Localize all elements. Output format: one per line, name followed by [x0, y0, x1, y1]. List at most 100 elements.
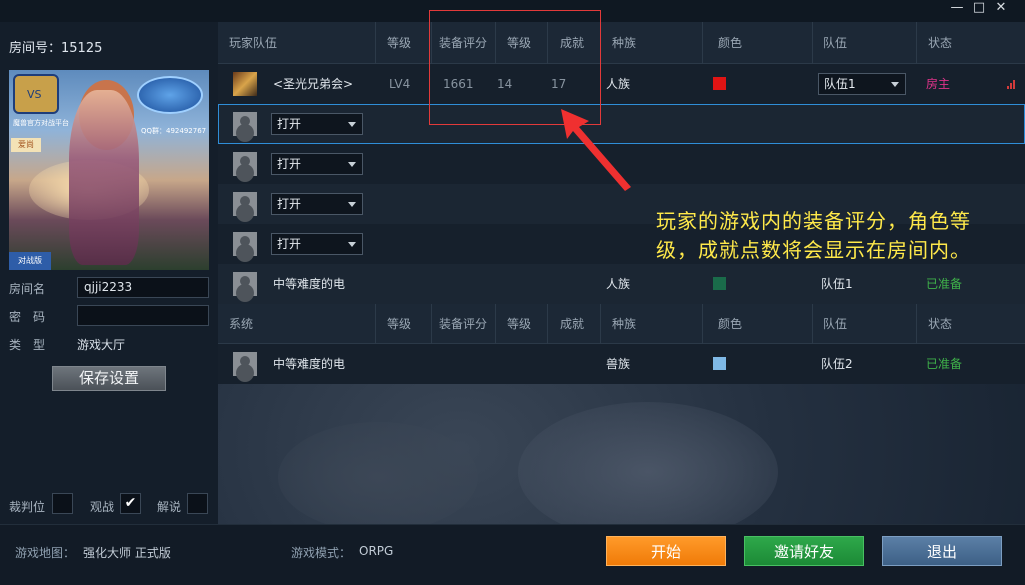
room-name-label: 房间名	[9, 282, 46, 296]
system-col-color-header: 颜色	[718, 317, 743, 331]
col-race-header: 种族	[612, 36, 637, 50]
annotation-line-2: 级，成就点数将会显示在房间内。	[656, 238, 971, 262]
col-level-header: 等级	[387, 36, 412, 50]
referee-checkbox[interactable]	[52, 493, 73, 514]
slot-select[interactable]: 打开	[271, 113, 363, 135]
map-logo-left-text: VS	[27, 88, 42, 101]
empty-avatar-icon	[233, 192, 257, 216]
player-name: <圣光兄弟会>	[273, 77, 354, 91]
map-brand-text: 魔兽官方对战平台	[13, 119, 69, 127]
system-col-gear-header: 装备评分	[439, 317, 488, 331]
mode-label: 游戏模式：	[291, 546, 352, 560]
annotation-text: 玩家的游戏内的装备评分，角色等 级，成就点数将会显示在房间内。	[656, 207, 1025, 265]
map-preview-image: VS 魔兽官方对战平台 QQ群：492492767 爱尚 对战版	[9, 70, 209, 270]
system-col-status-header: 状态	[928, 317, 953, 331]
password-label: 密 码	[9, 310, 46, 324]
player-list-panel: 玩家队伍 等级 装备评分 等级 成就 种族 颜色 队伍 状态 <圣光兄弟会> L…	[218, 22, 1025, 542]
system-ai-team: 队伍2	[821, 357, 853, 371]
chevron-down-icon	[891, 82, 899, 87]
chevron-down-icon	[348, 122, 356, 127]
empty-avatar-icon	[233, 232, 257, 256]
commentary-label: 解说	[157, 500, 182, 514]
slot-select-value: 打开	[277, 237, 302, 251]
players-header: 玩家队伍 等级 装备评分 等级 成就 种族 颜色 队伍 状态	[218, 22, 1025, 64]
empty-avatar-icon	[233, 152, 257, 176]
slot-select-value: 打开	[277, 157, 302, 171]
system-ai-name: 中等难度的电	[273, 357, 346, 371]
slot-select[interactable]: 打开	[271, 233, 363, 255]
footer-bar: 游戏地图： 强化大师 正式版 游戏模式： ORPG 开始 邀请好友 退出	[0, 524, 1025, 585]
ai-team: 队伍1	[821, 277, 853, 291]
team-select-value: 队伍1	[824, 77, 856, 91]
background-art	[518, 402, 778, 542]
map-logo-right	[137, 76, 203, 114]
system-col-header: 系统	[229, 317, 254, 331]
player-color-swatch[interactable]	[713, 77, 726, 90]
col-color-header: 颜色	[718, 36, 743, 50]
map-badge: 爱尚	[11, 138, 41, 152]
player-race: 人族	[606, 77, 631, 91]
system-ai-row[interactable]: 中等难度的电 兽族 队伍2 已准备	[218, 344, 1025, 384]
system-col-race-header: 种族	[612, 317, 637, 331]
col-status-header: 状态	[928, 36, 953, 50]
start-button[interactable]: 开始	[606, 536, 726, 566]
empty-avatar-icon	[233, 272, 257, 296]
password-input[interactable]	[77, 305, 209, 326]
slot-select[interactable]: 打开	[271, 153, 363, 175]
referee-label: 裁判位	[9, 500, 46, 514]
system-header: 系统 等级 装备评分 等级 成就 种族 颜色 队伍 状态	[218, 304, 1025, 344]
player-avatar	[233, 72, 257, 96]
col-team-header: 玩家队伍	[229, 36, 278, 50]
empty-avatar-icon	[233, 112, 257, 136]
map-logo-left: VS	[13, 74, 59, 114]
exit-button[interactable]: 退出	[882, 536, 1002, 566]
type-value: 游戏大厅	[77, 338, 126, 352]
map-label: 游戏地图：	[15, 546, 76, 560]
slot-select-value: 打开	[277, 117, 302, 131]
system-col-char-level-header: 等级	[507, 317, 532, 331]
check-icon: ✔	[124, 495, 137, 511]
map-contact-text: QQ群：492492767	[141, 127, 207, 135]
room-settings-panel: 房间号：15125 VS 魔兽官方对战平台 QQ群：492492767 爱尚 对…	[0, 22, 218, 524]
map-figure	[69, 90, 139, 265]
team-select[interactable]: 队伍1	[818, 73, 906, 95]
system-ai-race: 兽族	[606, 357, 631, 371]
map-value: 强化大师 正式版	[83, 546, 171, 560]
ai-player-name: 中等难度的电	[273, 277, 346, 291]
status-badge: 房主	[926, 77, 951, 91]
room-name-input[interactable]: qjji2233	[77, 277, 209, 298]
col-team2-header: 队伍	[823, 36, 848, 50]
room-number: 房间号：15125	[9, 41, 103, 56]
background-art-2	[278, 422, 478, 532]
maximize-button[interactable]: □	[968, 0, 990, 16]
save-settings-button[interactable]: 保存设置	[52, 366, 166, 391]
invite-friends-button[interactable]: 邀请好友	[744, 536, 864, 566]
slot-select-value: 打开	[277, 197, 302, 211]
system-col-level-header: 等级	[387, 317, 412, 331]
system-ai-color-swatch	[713, 357, 726, 370]
ai-status: 已准备	[926, 277, 963, 291]
slot-select[interactable]: 打开	[271, 193, 363, 215]
system-ai-status: 已准备	[926, 357, 963, 371]
spectate-checkbox[interactable]: ✔	[120, 493, 141, 514]
system-col-achievement-header: 成就	[560, 317, 585, 331]
minimize-button[interactable]: —	[946, 0, 968, 16]
mode-value: ORPG	[359, 544, 394, 558]
ai-player-row[interactable]: 中等难度的电 人族 队伍1 已准备	[218, 264, 1025, 304]
signal-icon	[1007, 80, 1015, 89]
commentary-checkbox[interactable]	[187, 493, 208, 514]
player-row[interactable]: <圣光兄弟会> LV4 1661 14 17 人族 队伍1 房主	[218, 64, 1025, 104]
map-corner-label: 对战版	[9, 252, 51, 270]
empty-avatar-icon	[233, 352, 257, 376]
player-level: LV4	[389, 77, 411, 91]
chevron-down-icon	[348, 202, 356, 207]
annotation-arrow-icon	[561, 109, 631, 191]
type-label: 类 型	[9, 338, 46, 352]
chevron-down-icon	[348, 162, 356, 167]
annotation-line-1: 玩家的游戏内的装备评分，角色等	[656, 209, 971, 233]
chevron-down-icon	[348, 242, 356, 247]
system-col-team-header: 队伍	[823, 317, 848, 331]
ai-player-race: 人族	[606, 277, 631, 291]
close-button[interactable]: ✕	[990, 0, 1012, 16]
spectate-label: 观战	[90, 500, 115, 514]
